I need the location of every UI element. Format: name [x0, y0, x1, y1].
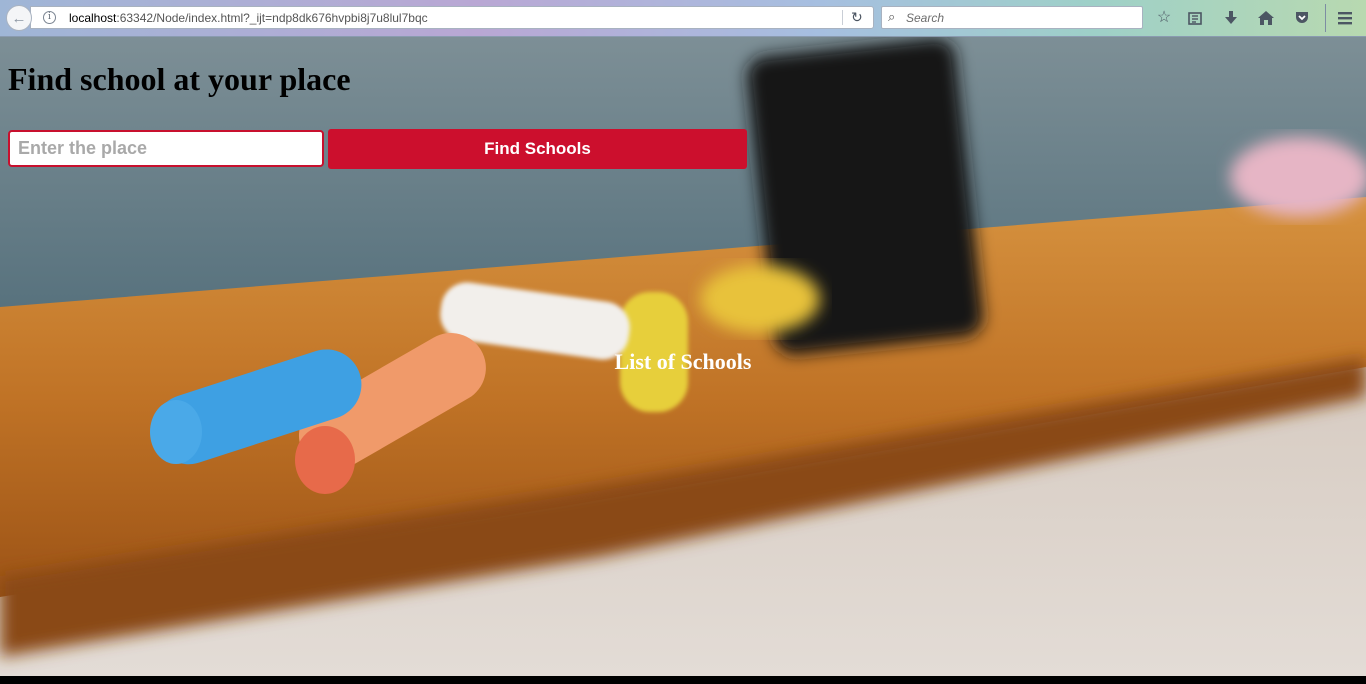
back-button[interactable]: ←	[6, 5, 32, 31]
toolbar-separator	[1325, 4, 1326, 32]
place-input[interactable]	[8, 130, 324, 167]
pocket-icon[interactable]	[1292, 8, 1312, 28]
search-icon: ⌕	[888, 9, 896, 24]
back-arrow-icon: ←	[11, 9, 27, 27]
menu-icon[interactable]	[1335, 8, 1355, 28]
bookmark-star-icon[interactable]: ☆	[1154, 8, 1174, 28]
url-host: localhost	[69, 11, 117, 25]
url-text[interactable]: localhost:63342/Node/index.html?_ijt=ndp…	[69, 11, 428, 25]
find-schools-button[interactable]: Find Schools	[328, 129, 747, 169]
page-title: Find school at your place	[8, 61, 351, 97]
bottom-strip	[0, 676, 1366, 684]
info-icon[interactable]: i	[43, 11, 56, 24]
browser-toolbar: i localhost:63342/Node/index.html?_ijt=n…	[0, 0, 1366, 37]
reload-icon[interactable]: ↻	[851, 9, 863, 26]
download-icon[interactable]	[1221, 8, 1241, 28]
url-path: :63342/Node/index.html?_ijt=ndp8dk676hvp…	[116, 11, 428, 25]
page-viewport: Find school at your place Find Schools L…	[0, 37, 1366, 676]
home-icon[interactable]	[1256, 8, 1276, 28]
url-bar[interactable]: i localhost:63342/Node/index.html?_ijt=n…	[30, 6, 874, 29]
list-of-schools-heading: List of Schools	[614, 349, 752, 374]
url-divider	[842, 10, 843, 25]
reading-list-icon[interactable]	[1185, 8, 1205, 28]
search-input[interactable]	[906, 10, 1136, 25]
search-bar[interactable]: ⌕	[881, 6, 1143, 29]
